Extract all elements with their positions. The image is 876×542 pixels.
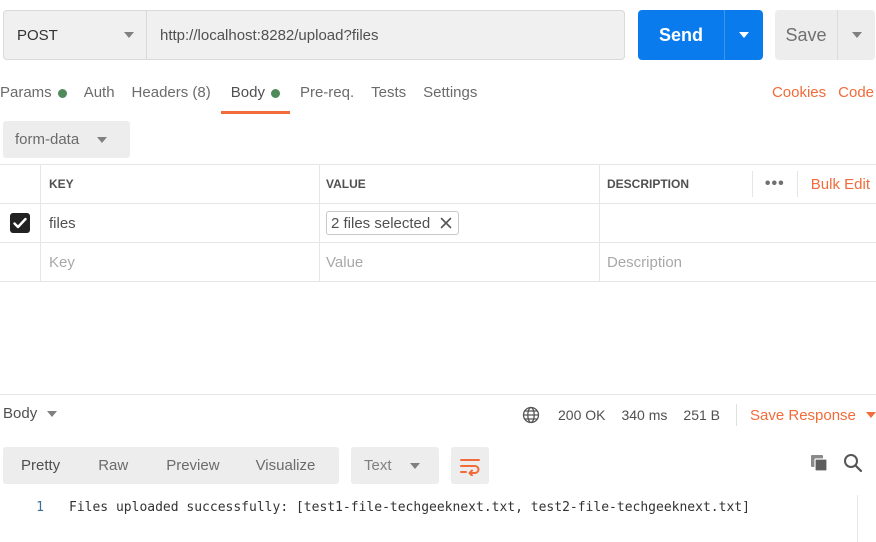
tab-label: Auth — [83, 84, 115, 101]
indicator-dot-icon — [270, 89, 280, 98]
description-cell[interactable] — [600, 204, 876, 242]
tab-headers[interactable]: Headers (8) — [132, 78, 211, 114]
table-header-cell — [0, 165, 41, 203]
copy-icon[interactable] — [809, 453, 829, 473]
save-button[interactable]: Save — [775, 10, 837, 60]
chevron-down-icon — [47, 410, 58, 417]
response-section-select[interactable]: Body — [3, 405, 58, 422]
search-icon[interactable] — [843, 453, 863, 473]
tab-label: Body — [230, 84, 265, 101]
response-line: Files uploaded successfully: [test1-file… — [69, 500, 750, 515]
code-link[interactable]: Code — [838, 84, 874, 101]
value-cell: 2 files selected — [320, 204, 600, 242]
table-tools: ••• Bulk Edit — [751, 171, 876, 197]
url-input[interactable]: http://localhost:8282/upload?files — [147, 11, 624, 59]
table-header-row: KEY VALUE DESCRIPTION ••• Bulk Edit — [0, 165, 876, 204]
request-tabs: Params Auth Headers (8) Body Pre-req. Te… — [0, 78, 494, 114]
more-options-icon[interactable]: ••• — [751, 171, 798, 197]
header-right: DESCRIPTION ••• Bulk Edit — [607, 171, 876, 197]
body-type-label: form-data — [15, 131, 80, 148]
value-input[interactable]: Value — [320, 243, 600, 281]
status-code[interactable]: 200 OK — [558, 407, 605, 423]
format-select[interactable]: Text — [351, 447, 439, 484]
tab-tests[interactable]: Tests — [371, 78, 406, 114]
response-body-label: Body — [3, 405, 38, 422]
tab-visualize[interactable]: Visualize — [256, 457, 316, 474]
indicator-dot-icon — [57, 89, 67, 98]
response-body: 1 Files uploaded successfully: [test1-fi… — [0, 500, 876, 515]
chevron-down-icon — [409, 462, 420, 469]
send-button-group: Send — [638, 10, 763, 60]
save-button-group: Save — [775, 10, 875, 60]
request-links: Cookies Code — [772, 84, 874, 101]
save-options-button[interactable] — [837, 10, 875, 60]
line-number: 1 — [36, 500, 44, 515]
chevron-down-icon — [865, 412, 876, 418]
column-header-description-cell: DESCRIPTION ••• Bulk Edit — [600, 165, 876, 203]
method-label: POST — [17, 26, 58, 44]
description-placeholder: Description — [607, 253, 683, 271]
url-text: http://localhost:8282/upload?files — [160, 26, 379, 44]
method-select[interactable]: POST — [4, 11, 147, 59]
response-divider — [0, 394, 876, 395]
bulk-edit-link[interactable]: Bulk Edit — [798, 176, 876, 193]
tab-raw[interactable]: Raw — [98, 457, 128, 474]
description-input[interactable]: Description — [600, 243, 876, 281]
response-tools — [809, 453, 863, 473]
tab-params[interactable]: Params — [0, 78, 67, 114]
close-icon[interactable] — [440, 217, 452, 229]
divider — [736, 404, 737, 426]
save-response-button[interactable]: Save Response — [750, 407, 876, 424]
globe-icon[interactable] — [522, 406, 540, 424]
key-text: files — [49, 214, 76, 232]
body-type-select[interactable]: form-data — [3, 121, 130, 158]
cookies-link[interactable]: Cookies — [772, 84, 826, 101]
column-header-key: KEY — [41, 165, 320, 203]
response-meta: 200 OK 340 ms 251 B Save Response — [522, 404, 876, 426]
save-response-label: Save Response — [750, 406, 856, 424]
form-data-table: KEY VALUE DESCRIPTION ••• Bulk Edit file… — [0, 164, 876, 282]
column-header-description: DESCRIPTION — [607, 177, 690, 191]
file-selection-chip[interactable]: 2 files selected — [326, 211, 460, 235]
table-row-new: Key Value Description — [0, 243, 876, 282]
row-checkbox[interactable] — [10, 213, 30, 233]
column-header-value: VALUE — [320, 165, 600, 203]
value-placeholder: Value — [326, 253, 364, 271]
row-checkbox-cell — [0, 243, 41, 281]
tab-label: Headers (8) — [131, 84, 211, 101]
tab-auth[interactable]: Auth — [84, 78, 115, 114]
tab-pretty[interactable]: Pretty — [21, 457, 60, 474]
chevron-down-icon — [851, 32, 862, 38]
table-row: files 2 files selected — [0, 204, 876, 243]
key-cell[interactable]: files — [41, 204, 320, 242]
key-input[interactable]: Key — [41, 243, 320, 281]
response-time[interactable]: 340 ms — [621, 407, 667, 423]
tab-label: Params — [0, 84, 52, 101]
wrap-lines-icon — [460, 458, 480, 476]
chevron-down-icon — [124, 32, 134, 38]
wrap-lines-button[interactable] — [451, 447, 489, 484]
request-bar: POST http://localhost:8282/upload?files — [3, 10, 625, 60]
tab-label: Settings — [423, 84, 478, 101]
checkmark-icon — [13, 217, 27, 229]
response-size[interactable]: 251 B — [683, 407, 720, 423]
tab-settings[interactable]: Settings — [423, 78, 477, 114]
row-checkbox-cell — [0, 204, 41, 242]
tab-label: Pre-req. — [299, 84, 355, 101]
scrollbar[interactable] — [857, 495, 876, 542]
send-options-button[interactable] — [724, 10, 763, 60]
chevron-down-icon — [97, 136, 108, 143]
response-view-tabs: Pretty Raw Preview Visualize — [3, 447, 339, 484]
file-selection-text: 2 files selected — [331, 214, 431, 232]
tab-pre-request[interactable]: Pre-req. — [300, 78, 354, 114]
chevron-down-icon — [739, 32, 749, 38]
tab-body[interactable]: Body — [220, 78, 291, 114]
tab-label: Tests — [371, 84, 407, 101]
send-button[interactable]: Send — [638, 10, 724, 60]
tab-preview[interactable]: Preview — [166, 457, 219, 474]
key-placeholder: Key — [49, 253, 75, 271]
format-label: Text — [364, 457, 392, 474]
